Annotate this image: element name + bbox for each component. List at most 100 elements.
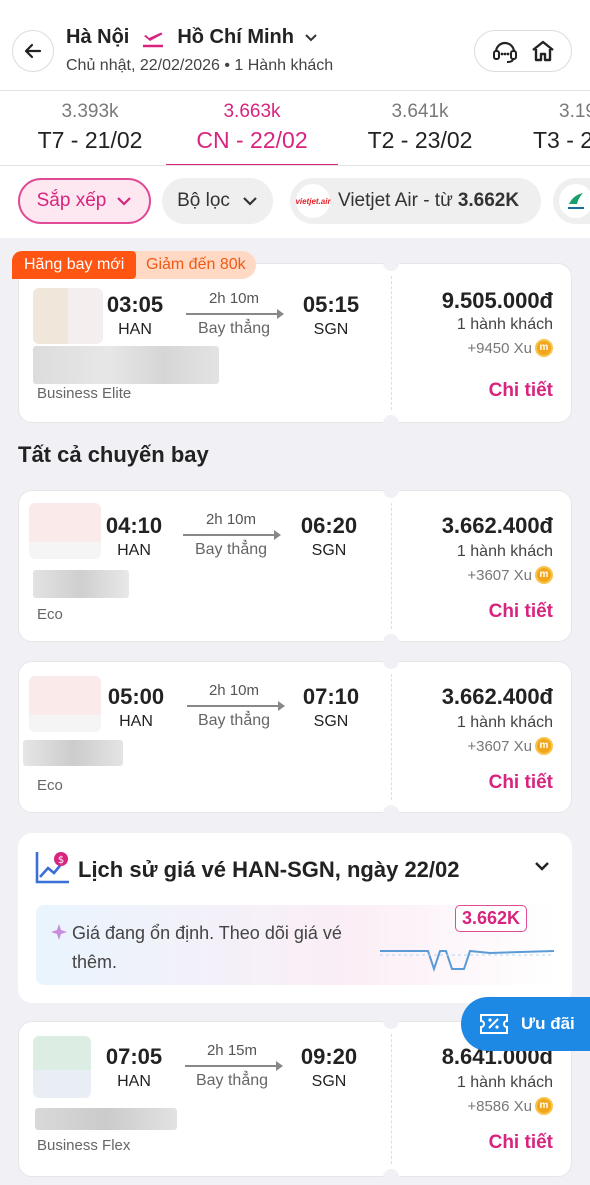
flight-duration: 2h 10m — [205, 511, 257, 528]
date-tab-21-02[interactable]: 3.393k T7 - 21/02 — [20, 91, 160, 165]
departure-time: 05:00 — [107, 684, 165, 709]
price-history-message: Giá đang ổn định. Theo dõi giá vé thêm. — [72, 923, 342, 972]
airline-name-placeholder — [23, 740, 123, 766]
date-tab-label: T7 - 21/02 — [37, 127, 143, 153]
reward-xu-text: +3607 Xu — [467, 737, 532, 755]
airline-logo — [29, 676, 101, 732]
flight-detail-link[interactable]: Chi tiết — [489, 1132, 553, 1154]
arrival-code: SGN — [313, 713, 349, 730]
flight-detail-link[interactable]: Chi tiết — [489, 772, 553, 794]
flight-stops: Bay thẳng — [194, 541, 268, 558]
flight-card[interactable]: 04:10 HAN 2h 10m Bay thẳng 06:20 SGN Eco… — [18, 482, 572, 650]
passenger-count: 1 hành khách — [456, 543, 553, 560]
airline-filter-vietjet[interactable]: vietjet.air Vietjet Air - từ 3.662K — [290, 178, 541, 224]
date-tab-24-02[interactable]: 3.19 T3 - 2 — [533, 91, 590, 165]
home-icon[interactable] — [530, 39, 556, 63]
svg-text:$: $ — [58, 855, 64, 866]
card-notch — [383, 1169, 399, 1185]
header-actions — [474, 30, 572, 72]
header: Hà Nội Hồ Chí Minh Chủ nhật, 22/02/2026 … — [0, 0, 590, 90]
arrival-time: 06:20 — [300, 513, 358, 538]
coin-icon: m — [535, 339, 553, 357]
flight-stops: Bay thẳng — [197, 712, 271, 729]
reward-xu: +8586 Xu m — [467, 1097, 553, 1115]
promo-button[interactable]: Ưu đãi — [461, 997, 590, 1051]
chevron-down-icon — [117, 197, 132, 206]
sort-button[interactable]: Sắp xếp — [18, 178, 151, 224]
airline-filter-label: Vietjet Air - từ — [338, 190, 453, 211]
reward-xu-text: +9450 Xu — [467, 339, 532, 357]
price-history-title: Lịch sử giá vé HAN-SGN, ngày 22/02 — [78, 857, 460, 882]
price-chart-icon: $ — [35, 852, 69, 884]
section-title: Tất cả chuyến bay — [18, 442, 209, 467]
flight-detail-link[interactable]: Chi tiết — [489, 601, 553, 623]
fare-class: Business Flex — [37, 1137, 131, 1154]
flight-card[interactable]: 05:00 HAN 2h 10m Bay thẳng 07:10 SGN Eco… — [18, 653, 572, 821]
passenger-count: 1 hành khách — [456, 1074, 553, 1091]
coin-icon: m — [535, 737, 553, 755]
plane-departure-icon — [143, 32, 164, 47]
price-history-current: 3.662K — [455, 905, 528, 932]
trip-subtitle: Chủ nhật, 22/02/2026 • 1 Hành khách — [66, 57, 334, 74]
flight-price: 9.505.000đ — [441, 288, 553, 313]
airline-name-placeholder — [33, 570, 129, 598]
arrival-code: SGN — [313, 321, 349, 338]
back-button[interactable] — [12, 30, 54, 72]
date-tab-label: T2 - 23/02 — [367, 127, 473, 153]
card-divider — [391, 674, 392, 800]
arrival-code: SGN — [311, 542, 347, 559]
discount-badge: Giảm đến 80k — [134, 251, 256, 279]
card-notch — [383, 634, 399, 650]
route-selector[interactable]: Hà Nội Hồ Chí Minh — [66, 26, 318, 49]
flight-arrow — [185, 1061, 283, 1071]
card-notch — [383, 1013, 399, 1029]
new-airline-badge: Hãng bay mới — [12, 251, 137, 279]
date-tab-price: 3.393k — [61, 101, 119, 122]
support-headset-icon[interactable] — [491, 38, 519, 64]
airline-logo — [29, 503, 101, 559]
reward-xu: +3607 Xu m — [467, 566, 553, 584]
card-notch — [383, 482, 399, 498]
price-trend-sparkline — [380, 949, 554, 973]
date-tab-23-02[interactable]: 3.641k T2 - 23/02 — [350, 91, 490, 165]
arrival-code: SGN — [311, 1073, 347, 1090]
flight-detail-link[interactable]: Chi tiết — [489, 380, 553, 402]
sparkle-icon — [51, 924, 67, 940]
card-divider — [391, 276, 392, 410]
voucher-icon — [480, 1014, 508, 1034]
card-notch — [383, 805, 399, 821]
departure-code: HAN — [117, 542, 151, 559]
destination-city: Hồ Chí Minh — [177, 26, 294, 48]
date-tab-label: T3 - 2 — [533, 127, 590, 153]
reward-xu-text: +8586 Xu — [467, 1097, 532, 1115]
departure-time: 04:10 — [105, 513, 163, 538]
chevron-down-icon[interactable] — [534, 861, 550, 871]
airline-filter-price: 3.662K — [457, 190, 520, 211]
date-tab-price: 3.663k — [223, 101, 281, 122]
flight-arrow — [187, 701, 285, 711]
departure-time: 03:05 — [106, 292, 164, 317]
fare-class: Business Elite — [37, 385, 132, 402]
coin-icon: m — [535, 1097, 553, 1115]
filter-button[interactable]: Bộ lọc — [162, 178, 273, 224]
flight-stops: Bay thẳng — [197, 320, 271, 337]
card-notch — [383, 653, 399, 669]
flight-card[interactable]: 03:05 HAN 2h 10m Bay thẳng 05:15 SGN Bus… — [18, 255, 572, 431]
reward-xu: +9450 Xu m — [467, 339, 553, 357]
airline-logo — [33, 288, 103, 344]
flight-duration: 2h 10m — [208, 290, 260, 307]
coin-icon: m — [535, 566, 553, 584]
promo-label: Ưu đãi — [521, 1014, 575, 1033]
vietjet-logo-icon: vietjet.air — [295, 184, 331, 218]
arrival-time: 05:15 — [302, 292, 360, 317]
date-tab-price: 3.641k — [391, 101, 449, 122]
airline-filter-bamboo[interactable] — [553, 178, 590, 224]
back-arrow-icon — [24, 43, 42, 59]
date-tab-22-02[interactable]: 3.663k CN - 22/02 — [166, 91, 338, 165]
origin-city: Hà Nội — [66, 26, 130, 48]
date-tab-price: 3.19 — [559, 101, 590, 122]
fare-class: Eco — [37, 606, 63, 623]
departure-code: HAN — [117, 1073, 151, 1090]
card-notch — [383, 255, 399, 271]
sort-label: Sắp xếp — [36, 190, 107, 211]
